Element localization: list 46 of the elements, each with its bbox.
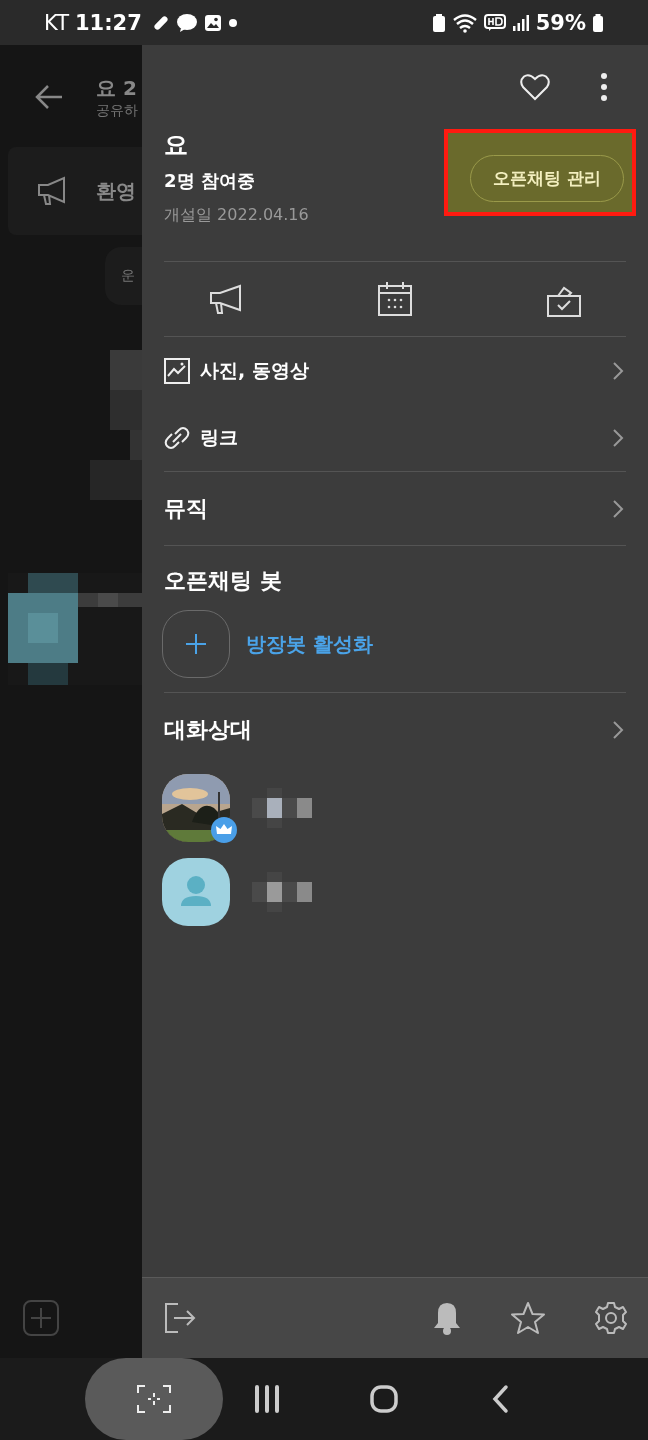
back-arrow-icon[interactable] (34, 84, 64, 110)
info-chip: 운 (105, 247, 142, 305)
member-count: 2명 참여중 (164, 169, 256, 193)
home-icon[interactable] (369, 1384, 399, 1414)
section-title: 오픈채팅 봇 (164, 567, 283, 595)
image-icon (164, 357, 190, 384)
default-avatar-icon (162, 858, 230, 926)
members-header[interactable]: 대화상대 (164, 693, 626, 766)
chevron-right-icon (612, 360, 624, 381)
clock-text: 11:27 (74, 10, 142, 35)
more-icon[interactable] (600, 72, 608, 102)
settings-icon[interactable] (594, 1301, 628, 1335)
link-icon (164, 424, 190, 451)
heart-icon[interactable] (520, 73, 550, 101)
exit-icon[interactable] (164, 1302, 196, 1334)
chevron-right-icon (612, 498, 624, 519)
menu-row[interactable]: 뮤직 (164, 472, 626, 545)
recent-apps-icon[interactable] (253, 1385, 281, 1413)
activate-bot-link[interactable]: 방장봇 활성화 (246, 630, 373, 658)
hd-voice-icon (483, 13, 506, 32)
notice-text: 환영 (96, 177, 136, 205)
carrier-text: KT (44, 10, 69, 35)
notice-card[interactable]: 환영 (8, 147, 142, 235)
signal-icon (511, 13, 530, 32)
created-date: 개설일 2022.04.16 (164, 205, 309, 226)
bell-icon[interactable] (432, 1301, 462, 1335)
back-icon[interactable] (491, 1384, 509, 1414)
chevron-right-icon (612, 427, 624, 448)
image-icon (203, 13, 222, 32)
star-icon[interactable] (510, 1301, 546, 1335)
chevron-right-icon (612, 719, 624, 740)
menu-row[interactable]: 사진, 동영상 (164, 337, 626, 404)
battery-saver-icon (431, 12, 446, 33)
room-name: 요 (164, 130, 189, 161)
battery-icon (592, 12, 604, 33)
megaphone-icon[interactable] (208, 283, 244, 315)
battery-percent-text: 59% (535, 10, 586, 35)
menu-row[interactable]: 링크 (164, 404, 626, 471)
chat-subtitle: 공유하 (96, 101, 138, 120)
wifi-icon (451, 12, 478, 33)
dot-icon (227, 17, 238, 28)
plus-icon (184, 632, 208, 656)
chat-bubble-icon (175, 12, 198, 33)
calendar-icon[interactable] (377, 281, 413, 317)
capture-frame-icon (137, 1385, 171, 1413)
chat-title: 요 2 (96, 74, 138, 102)
